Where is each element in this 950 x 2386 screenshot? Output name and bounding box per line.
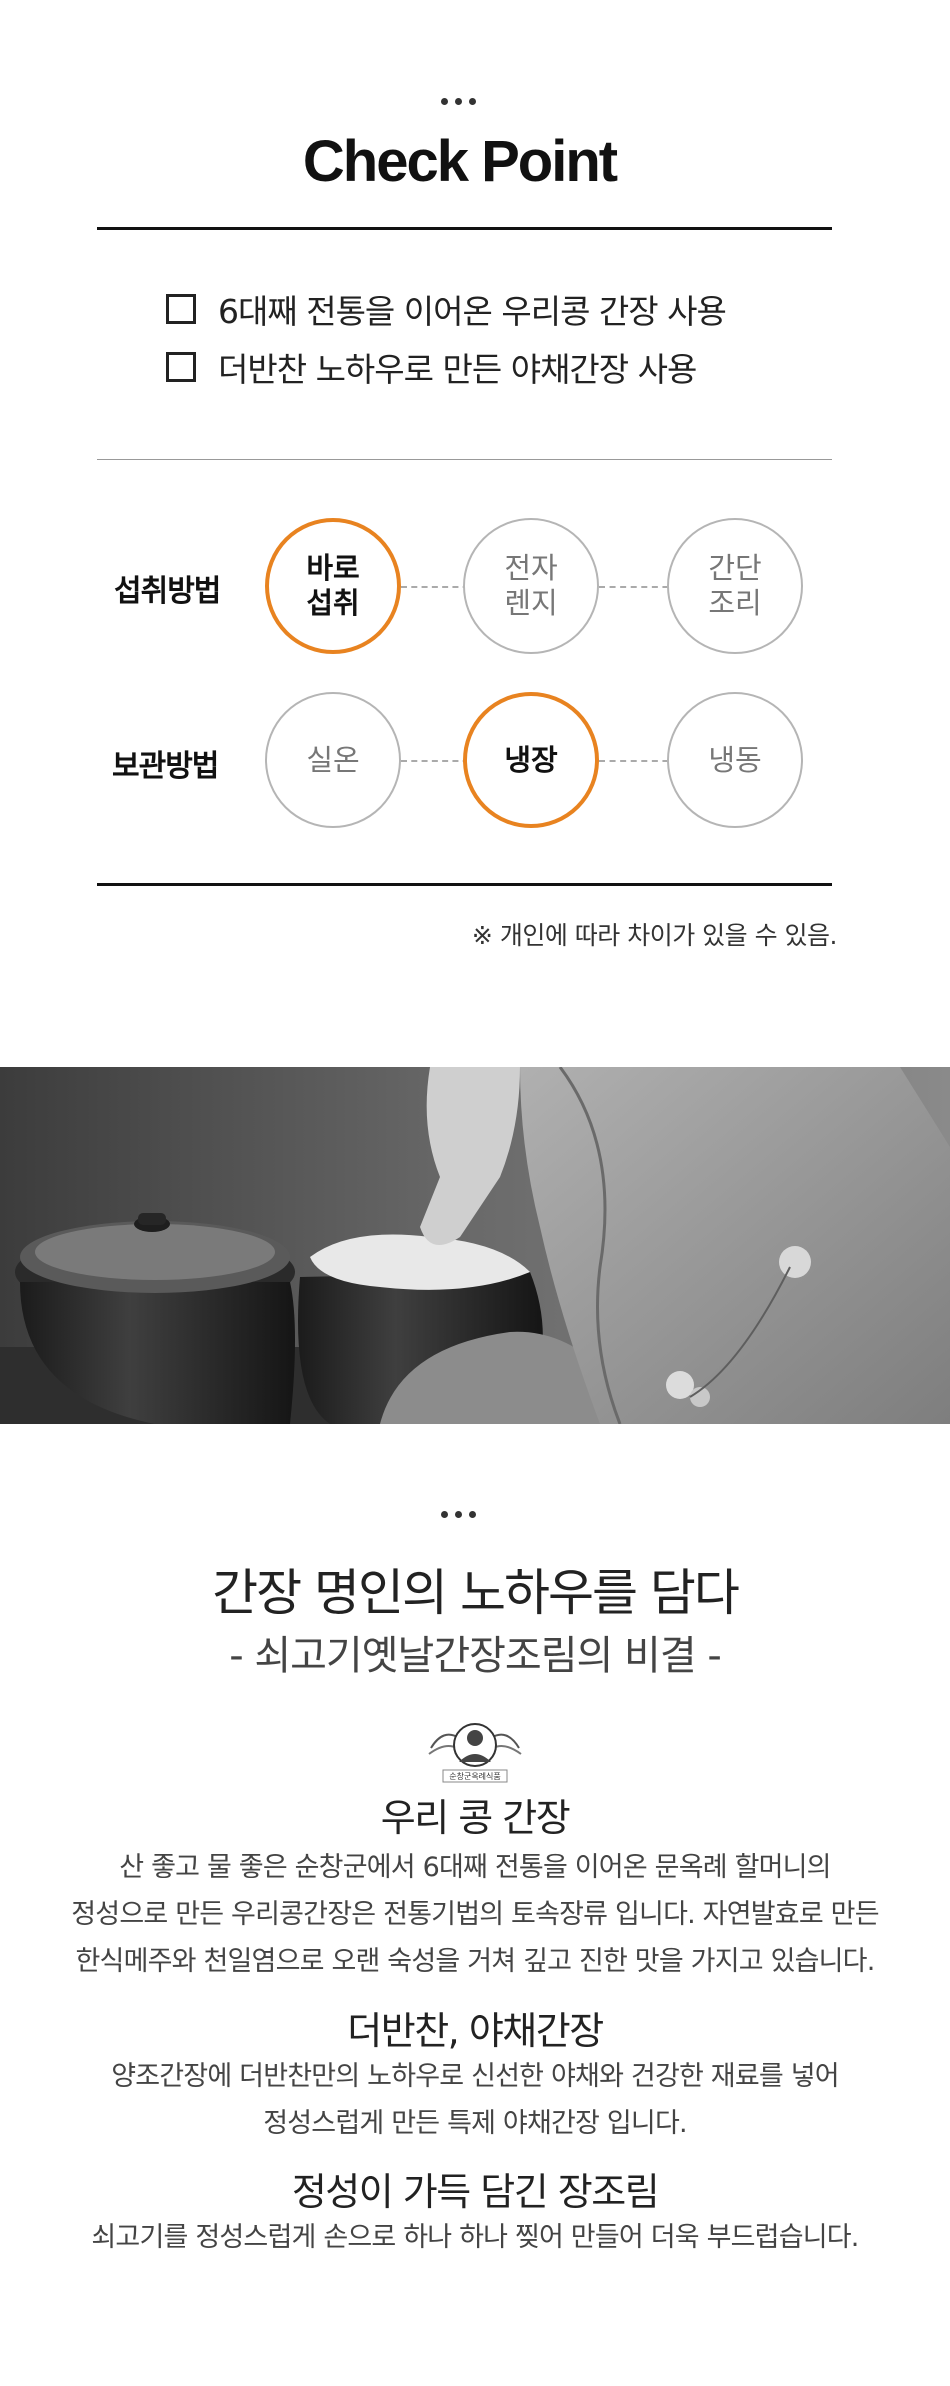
disclaimer-note: ※ 개인에 따라 차이가 있을 수 있음. <box>471 921 838 950</box>
intake-option-cook: 간단 조리 <box>667 518 803 654</box>
storage-option-freezer: 냉동 <box>667 692 803 828</box>
checkbox-icon <box>166 294 196 324</box>
story-subtitle: - 쇠고기옛날간장조림의 비결 - <box>229 1633 722 1679</box>
intake-method-label: 섭취방법 <box>114 574 221 609</box>
section-dots <box>441 1511 476 1518</box>
top-divider <box>97 227 832 230</box>
check-item-text: 더반찬 노하우로 만든 야채간장 사용 <box>218 350 697 389</box>
checkbox-icon <box>166 352 196 382</box>
storage-method-label: 보관방법 <box>112 749 219 784</box>
check-item: 6대째 전통을 이어온 우리콩 간장 사용 <box>166 285 727 333</box>
bottom-divider <box>97 883 832 886</box>
section-heading: 정성이 가득 담긴 장조림 <box>291 2170 660 2214</box>
section-text: 쇠고기를 정성스럽게 손으로 하나 하나 찢어 만들어 더욱 부드럽습니다. <box>91 2222 859 2253</box>
story-title: 간장 명인의 노하우를 담다 <box>212 1564 740 1622</box>
check-item-text: 6대째 전통을 이어온 우리콩 간장 사용 <box>218 292 727 331</box>
middle-divider <box>97 459 832 460</box>
soy-sauce-jars-photo <box>0 1067 950 1424</box>
section-heading: 우리 콩 간장 <box>380 1796 571 1840</box>
intake-option-microwave: 전자 렌지 <box>463 518 599 654</box>
section-dots <box>441 98 476 105</box>
section-heading: 더반찬, 야채간장 <box>347 2009 604 2053</box>
section-text: 양조간장에 더반찬만의 노하우로 신선한 야채와 건강한 재료를 넣어 정성스럽… <box>111 2061 839 2139</box>
grandmother-logo: 순창군옥례식품 <box>425 1718 525 1790</box>
svg-text:순창군옥례식품: 순창군옥례식품 <box>449 1771 501 1781</box>
storage-option-room: 실온 <box>265 692 401 828</box>
section-text: 산 좋고 물 좋은 순창군에서 6대째 전통을 이어온 문옥례 할머니의 정성으… <box>71 1852 879 1977</box>
storage-option-fridge: 냉장 <box>463 692 599 828</box>
intake-option-direct: 바로 섭취 <box>265 518 401 654</box>
checkpoint-title: Check Point <box>302 129 618 194</box>
check-item: 더반찬 노하우로 만든 야채간장 사용 <box>166 343 697 391</box>
